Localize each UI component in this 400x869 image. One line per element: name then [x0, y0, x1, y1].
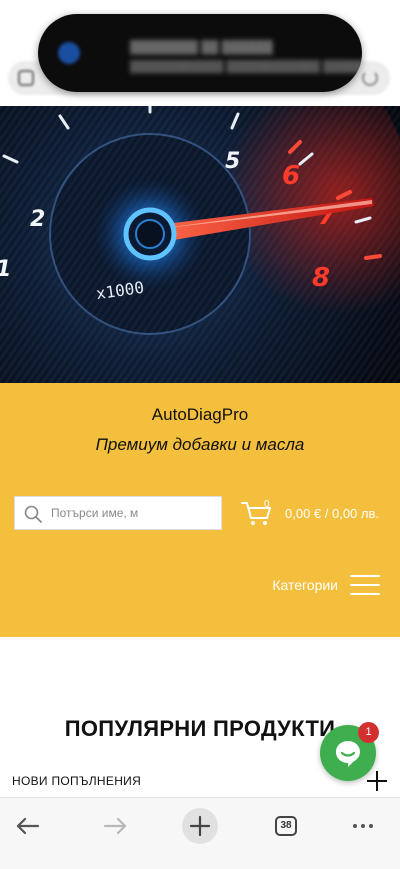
- notification-text: ████████████ ████████████ ███████: [130, 61, 362, 73]
- cart-count: 0: [264, 499, 270, 510]
- categories-label: Категории: [272, 577, 338, 593]
- search-icon[interactable]: [24, 505, 42, 523]
- back-arrow-icon[interactable]: [8, 806, 48, 846]
- chat-unread-badge: 1: [358, 722, 379, 743]
- lens-icon[interactable]: [18, 70, 34, 86]
- tabs-icon: 38: [275, 816, 297, 836]
- site-header: AutoDiagPro Премиум добавки и масла 0 0,…: [0, 383, 400, 637]
- notification-app-icon: [58, 42, 80, 64]
- hero-banner: 1 2 3 4 5 6 7 8 x1000: [0, 106, 400, 383]
- browser-bottom-nav: 38: [0, 797, 400, 869]
- new-tab-button[interactable]: [180, 806, 220, 846]
- plus-icon[interactable]: [366, 770, 388, 792]
- notification-banner[interactable]: ████████ ██ ██████ ████████████ ████████…: [38, 14, 362, 92]
- site-brand[interactable]: AutoDiagPro: [0, 405, 400, 425]
- gauge-number-8: 8: [312, 263, 330, 293]
- speedometer-image: 1 2 3 4 5 6 7 8 x1000: [0, 106, 400, 383]
- gauge-number-2: 2: [30, 207, 45, 232]
- cart-total[interactable]: 0,00 € / 0,00 лв.: [285, 506, 379, 521]
- forward-arrow-icon[interactable]: [95, 806, 135, 846]
- search-input[interactable]: [51, 497, 217, 529]
- gauge-number-6: 6: [282, 161, 300, 191]
- tabs-button[interactable]: 38: [266, 806, 306, 846]
- categories-menu-button[interactable]: Категории: [272, 573, 380, 597]
- search-box[interactable]: [14, 496, 222, 530]
- page: ████████ ██ ██████ ████████████ ████████…: [0, 0, 400, 869]
- site-tagline: Премиум добавки и масла: [95, 435, 305, 454]
- notification-title: ████████ ██ ██████: [130, 40, 273, 54]
- menu-icon[interactable]: [350, 575, 380, 595]
- cart-icon[interactable]: [240, 496, 276, 530]
- gauge-number-1: 1: [0, 257, 11, 282]
- new-tab-icon: [189, 815, 211, 837]
- more-icon[interactable]: [345, 806, 385, 846]
- new-arrivals-label[interactable]: НОВИ ПОПЪЛНЕНИЯ: [12, 774, 141, 788]
- chat-icon: [336, 741, 360, 767]
- reload-icon[interactable]: [362, 70, 378, 86]
